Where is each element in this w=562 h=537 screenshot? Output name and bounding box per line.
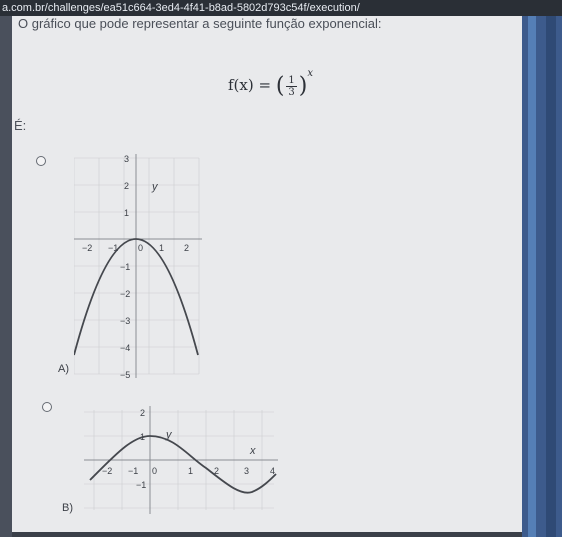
option-a-y-tick: 2 [124, 181, 129, 191]
option-b-x-tick: 1 [188, 466, 193, 476]
left-edge [0, 16, 12, 537]
option-b-x-tick: −2 [102, 466, 112, 476]
option-a-graph: y x −2 −1 0 1 2 3 2 1 −1 −2 −3 −4 −5 [74, 154, 202, 378]
formula-exponent: x [307, 68, 314, 79]
address-bar[interactable]: a.com.br/challenges/ea51c664-3ed4-4f41-b… [0, 0, 562, 16]
option-b-radio[interactable] [42, 402, 52, 412]
formula-lhs: f(x) = [228, 76, 276, 94]
option-a-label: A) [58, 363, 69, 375]
bottom-edge [12, 532, 522, 537]
option-a-x-tick: 1 [159, 243, 164, 253]
question-panel: O gráfico que pode representar a seguint… [12, 16, 522, 532]
function-formula: f(x) = (1 3)x [228, 68, 313, 99]
option-a-y-tick: −3 [120, 316, 130, 326]
sidebar-strip [528, 16, 536, 537]
formula-denominator: 3 [288, 86, 295, 98]
option-a-radio[interactable] [36, 156, 46, 166]
question-prompt: É: [14, 118, 27, 133]
option-a-y-tick: −1 [120, 262, 130, 272]
option-a-y-tick: 1 [124, 208, 129, 218]
option-b-x-tick: 2 [214, 466, 219, 476]
question-statement: O gráfico que pode representar a seguint… [18, 16, 382, 31]
option-b-x-tick: 4 [270, 466, 275, 476]
option-a-y-tick: −4 [120, 343, 130, 353]
option-a-y-tick: −2 [120, 289, 130, 299]
option-b-x-tick: 0 [152, 466, 157, 476]
option-a-y-tick: 3 [124, 154, 129, 164]
option-b-y-tick: 1 [140, 432, 145, 442]
option-b-x-ticks: −2 −1 0 1 2 3 4 [102, 466, 275, 476]
option-a-y-axis-label: y [151, 181, 159, 193]
option-b-x-tick: 3 [244, 466, 249, 476]
option-b-graph: y x −2 −1 0 1 2 3 4 2 1 −1 [84, 406, 278, 514]
formula-fraction: 13 [286, 74, 297, 98]
formula-numerator: 1 [286, 74, 297, 87]
option-b-x-tick: −1 [128, 466, 138, 476]
option-a-x-tick: −1 [108, 243, 118, 253]
sidebar-strip-dark [546, 16, 556, 537]
option-b-y-axis-label: y [165, 429, 173, 441]
option-b-label: B) [62, 502, 73, 514]
option-b-y-tick: 2 [140, 408, 145, 418]
option-a-y-tick: −5 [120, 370, 130, 378]
option-a-x-tick: 0 [138, 243, 143, 253]
option-a-y-ticks: 3 2 1 −1 −2 −3 −4 −5 [120, 154, 130, 378]
option-b-y-tick: −1 [136, 480, 146, 490]
option-a-x-tick: −2 [82, 243, 92, 253]
option-a-x-tick: 2 [184, 243, 189, 253]
option-b-y-ticks: 2 1 −1 [136, 408, 146, 490]
option-b-x-axis-label: x [249, 445, 256, 457]
formula-open-paren: ( [275, 73, 285, 99]
right-sidebar [522, 16, 562, 537]
